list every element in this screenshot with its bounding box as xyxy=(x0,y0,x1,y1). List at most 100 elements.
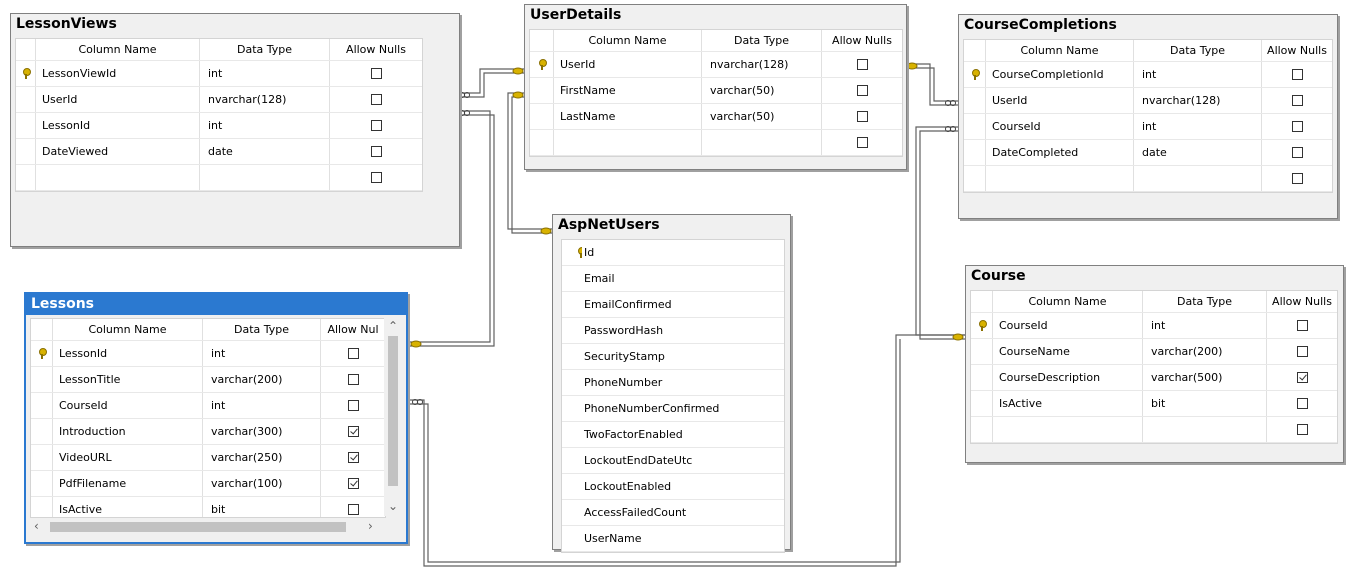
column-name-cell[interactable]: LessonViewId xyxy=(36,61,200,86)
data-type-cell[interactable]: varchar(200) xyxy=(1143,339,1267,364)
column-name-cell[interactable]: VideoURL xyxy=(53,445,203,470)
data-type-cell[interactable] xyxy=(702,130,822,155)
table-row[interactable]: Introduction varchar(300) xyxy=(31,419,385,445)
data-type-cell[interactable]: varchar(300) xyxy=(203,419,321,444)
data-type-cell[interactable]: int xyxy=(1134,62,1262,87)
allow-nulls-checkbox[interactable] xyxy=(1291,173,1303,184)
table-row[interactable]: IsActive bit xyxy=(31,497,385,517)
allow-nulls-checkbox[interactable] xyxy=(1291,95,1303,106)
table-row[interactable]: SecurityStamp xyxy=(562,344,784,370)
table-row[interactable]: UserName xyxy=(562,526,784,552)
scroll-left-icon[interactable]: ‹ xyxy=(34,520,39,532)
table-row[interactable]: LastName varchar(50) xyxy=(530,104,902,130)
column-name-cell[interactable]: Email xyxy=(582,266,784,291)
column-name-cell[interactable]: LockoutEndDateUtc xyxy=(582,448,784,473)
column-name-cell[interactable]: DateViewed xyxy=(36,139,200,164)
table-row[interactable]: PdfFilename varchar(100) xyxy=(31,471,385,497)
column-name-cell[interactable]: DateCompleted xyxy=(986,140,1134,165)
allow-nulls-checkbox[interactable] xyxy=(1296,398,1308,409)
table-row[interactable]: Email xyxy=(562,266,784,292)
allow-nulls-checkbox[interactable] xyxy=(1296,372,1308,383)
column-name-cell[interactable]: PasswordHash xyxy=(582,318,784,343)
column-name-cell[interactable]: CourseName xyxy=(993,339,1143,364)
horizontal-scrollbar[interactable]: ‹ › xyxy=(30,518,384,536)
table-row[interactable]: LockoutEnabled xyxy=(562,474,784,500)
column-name-cell[interactable] xyxy=(986,166,1134,191)
allow-nulls-checkbox[interactable] xyxy=(856,59,868,70)
data-type-cell[interactable] xyxy=(1143,417,1267,442)
data-type-cell[interactable]: varchar(200) xyxy=(203,367,321,392)
column-name-cell[interactable]: CourseId xyxy=(986,114,1134,139)
table-row[interactable]: FirstName varchar(50) xyxy=(530,78,902,104)
column-name-cell[interactable]: SecurityStamp xyxy=(582,344,784,369)
column-name-cell[interactable]: IsActive xyxy=(53,497,203,517)
table-row[interactable]: LessonId int xyxy=(16,113,422,139)
allow-nulls-checkbox[interactable] xyxy=(370,172,382,183)
table-row[interactable]: CourseId int xyxy=(964,114,1332,140)
table-row[interactable]: CourseCompletionId int xyxy=(964,62,1332,88)
table-row[interactable]: UserId nvarchar(128) xyxy=(964,88,1332,114)
column-name-cell[interactable] xyxy=(36,165,200,190)
table-lessonviews[interactable]: LessonViews Column Name Data Type Allow … xyxy=(10,13,460,247)
allow-nulls-checkbox[interactable] xyxy=(347,400,359,411)
column-name-cell[interactable]: CourseId xyxy=(53,393,203,418)
table-course[interactable]: Course Column Name Data Type Allow Nulls… xyxy=(965,265,1344,463)
data-type-cell[interactable]: varchar(250) xyxy=(203,445,321,470)
allow-nulls-checkbox[interactable] xyxy=(347,374,359,385)
data-type-cell[interactable]: nvarchar(128) xyxy=(702,52,822,77)
scroll-right-icon[interactable]: › xyxy=(368,520,373,532)
column-name-cell[interactable] xyxy=(993,417,1143,442)
column-name-cell[interactable]: LessonId xyxy=(53,341,203,366)
data-type-cell[interactable]: bit xyxy=(1143,391,1267,416)
column-name-cell[interactable] xyxy=(554,130,702,155)
column-name-cell[interactable]: UserId xyxy=(986,88,1134,113)
allow-nulls-checkbox[interactable] xyxy=(1296,346,1308,357)
column-name-cell[interactable]: CourseDescription xyxy=(993,365,1143,390)
table-row[interactable]: VideoURL varchar(250) xyxy=(31,445,385,471)
column-name-cell[interactable]: PdfFilename xyxy=(53,471,203,496)
table-row[interactable]: Id xyxy=(562,240,784,266)
table-row[interactable] xyxy=(971,417,1337,443)
table-userdetails[interactable]: UserDetails Column Name Data Type Allow … xyxy=(524,4,907,170)
data-type-cell[interactable]: int xyxy=(200,113,330,138)
data-type-cell[interactable]: int xyxy=(200,61,330,86)
allow-nulls-checkbox[interactable] xyxy=(347,348,359,359)
table-row[interactable]: EmailConfirmed xyxy=(562,292,784,318)
column-name-cell[interactable]: CourseCompletionId xyxy=(986,62,1134,87)
data-type-cell[interactable]: nvarchar(128) xyxy=(200,87,330,112)
column-name-cell[interactable]: Introduction xyxy=(53,419,203,444)
allow-nulls-checkbox[interactable] xyxy=(370,120,382,131)
allow-nulls-checkbox[interactable] xyxy=(347,504,359,515)
table-row[interactable]: PhoneNumber xyxy=(562,370,784,396)
column-name-cell[interactable]: UserName xyxy=(582,526,784,551)
allow-nulls-checkbox[interactable] xyxy=(370,68,382,79)
allow-nulls-checkbox[interactable] xyxy=(347,452,359,463)
scroll-down-icon[interactable]: ⌄ xyxy=(388,500,398,512)
allow-nulls-checkbox[interactable] xyxy=(370,94,382,105)
column-name-cell[interactable]: LessonTitle xyxy=(53,367,203,392)
data-type-cell[interactable]: date xyxy=(1134,140,1262,165)
allow-nulls-checkbox[interactable] xyxy=(1291,69,1303,80)
allow-nulls-checkbox[interactable] xyxy=(1296,424,1308,435)
table-row[interactable]: DateViewed date xyxy=(16,139,422,165)
table-row[interactable]: LessonId int xyxy=(31,341,385,367)
column-name-cell[interactable]: EmailConfirmed xyxy=(582,292,784,317)
column-name-cell[interactable]: PhoneNumber xyxy=(582,370,784,395)
column-name-cell[interactable]: UserId xyxy=(554,52,702,77)
table-row[interactable]: UserId nvarchar(128) xyxy=(530,52,902,78)
data-type-cell[interactable] xyxy=(1134,166,1262,191)
allow-nulls-checkbox[interactable] xyxy=(1296,320,1308,331)
table-row[interactable]: LessonTitle varchar(200) xyxy=(31,367,385,393)
table-row[interactable] xyxy=(16,165,422,191)
table-row[interactable]: IsActive bit xyxy=(971,391,1337,417)
allow-nulls-checkbox[interactable] xyxy=(347,426,359,437)
scrollbar-thumb[interactable] xyxy=(388,336,398,486)
table-lessons[interactable]: Lessons Column Name Data Type Allow Nul … xyxy=(24,292,408,544)
column-name-cell[interactable]: LessonId xyxy=(36,113,200,138)
table-row[interactable]: UserId nvarchar(128) xyxy=(16,87,422,113)
column-name-cell[interactable]: CourseId xyxy=(993,313,1143,338)
allow-nulls-checkbox[interactable] xyxy=(856,111,868,122)
column-name-cell[interactable]: FirstName xyxy=(554,78,702,103)
table-row[interactable]: AccessFailedCount xyxy=(562,500,784,526)
data-type-cell[interactable]: varchar(500) xyxy=(1143,365,1267,390)
